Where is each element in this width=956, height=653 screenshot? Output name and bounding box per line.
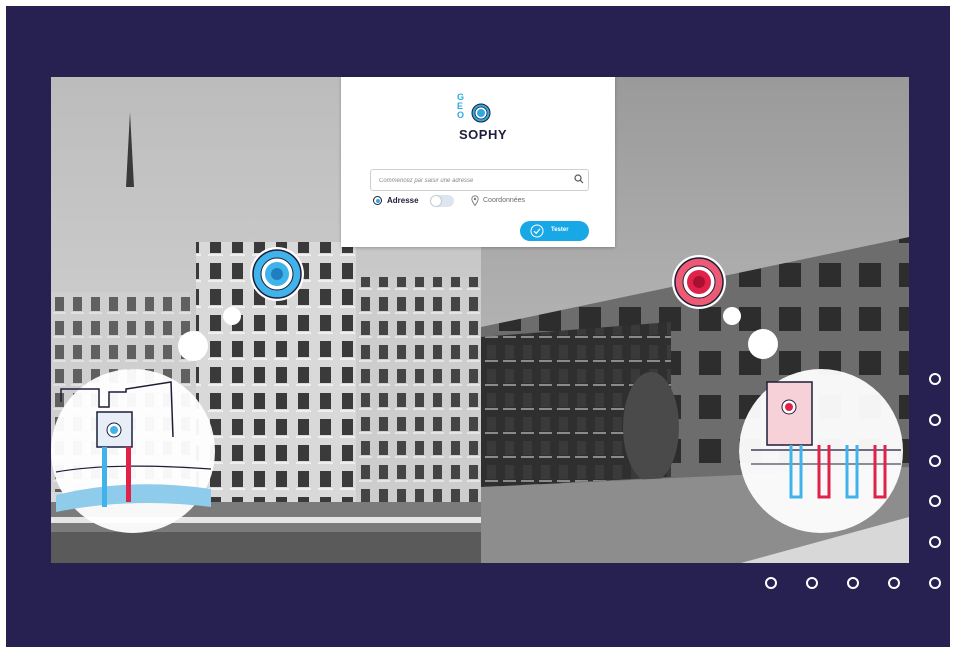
search-icon[interactable]	[574, 174, 584, 184]
decorative-dot	[765, 577, 777, 589]
search-mode-selector: Adresse Coordonnées	[371, 195, 591, 209]
red-target-marker	[672, 255, 726, 309]
coordinates-mode-label[interactable]: Coordonnées	[483, 197, 525, 204]
geosophy-logo: G E O SOPHY	[455, 91, 507, 143]
decorative-dot	[806, 577, 818, 589]
tester-button[interactable]: Tester	[520, 221, 589, 241]
decorative-dot	[888, 577, 900, 589]
address-radio-icon[interactable]	[373, 196, 382, 205]
logo-target-icon	[471, 103, 491, 123]
tester-button-label: Tester	[551, 227, 569, 233]
left-illustration-bubble	[51, 369, 215, 533]
decorative-dot	[929, 455, 941, 467]
logo-wordmark: SOPHY	[459, 127, 508, 142]
check-circle-icon	[530, 224, 544, 238]
mode-toggle-switch[interactable]	[430, 195, 454, 207]
decorative-dot	[929, 495, 941, 507]
decorative-dot	[929, 373, 941, 385]
address-search-field[interactable]	[370, 169, 589, 191]
right-illustration-bubble	[739, 369, 903, 533]
address-search-input[interactable]	[377, 172, 569, 189]
blue-target-marker	[250, 247, 304, 301]
address-search-panel: G E O SOPHY Adresse Coordonnées	[341, 77, 615, 247]
decorative-dot	[929, 577, 941, 589]
decorative-dot	[847, 577, 859, 589]
logo-letters: G E O	[457, 92, 465, 120]
decorative-dot	[929, 536, 941, 548]
location-pin-icon	[471, 195, 479, 206]
address-mode-label[interactable]: Adresse	[387, 196, 419, 205]
decorative-dot	[929, 414, 941, 426]
